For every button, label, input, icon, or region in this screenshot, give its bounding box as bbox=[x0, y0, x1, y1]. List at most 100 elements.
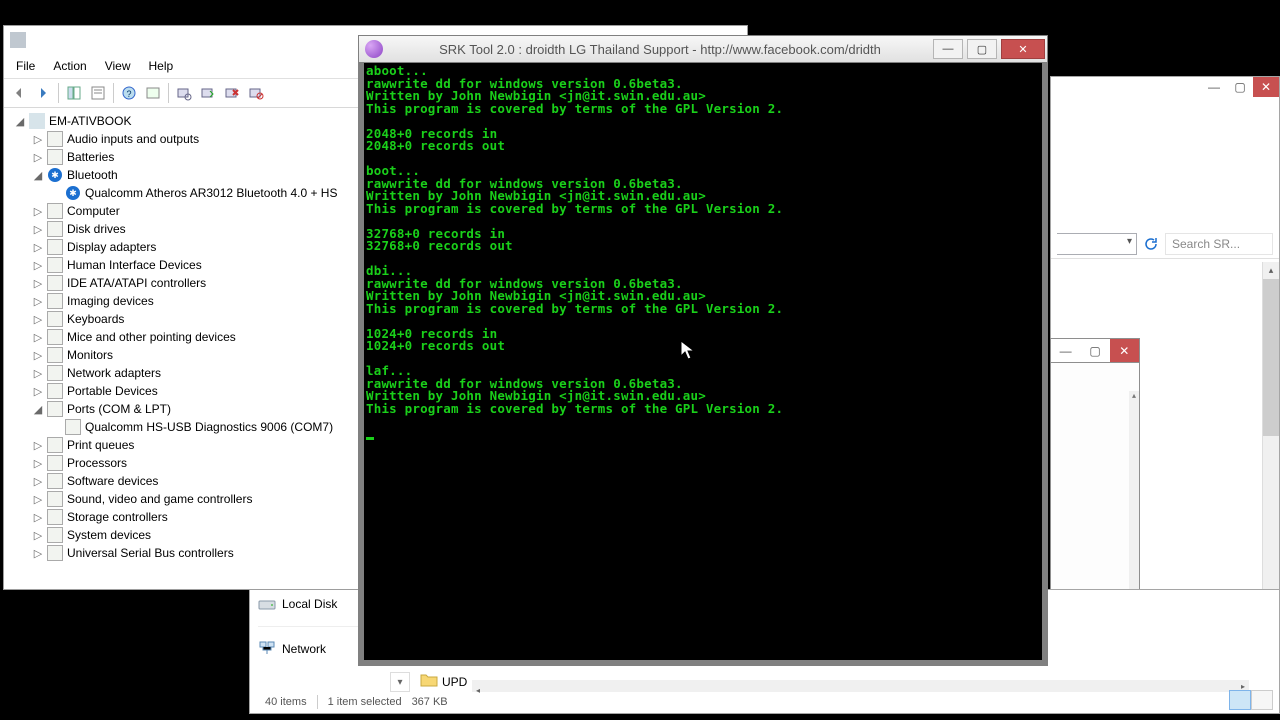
tree-node-label: Audio inputs and outputs bbox=[66, 132, 200, 146]
tree-node-label: Print queues bbox=[66, 438, 135, 452]
expand-toggle[interactable]: ▷ bbox=[32, 385, 44, 398]
tree-node-label: Display adapters bbox=[66, 240, 157, 254]
console-title: SRK Tool 2.0 : droidth LG Thailand Suppo… bbox=[389, 42, 931, 57]
secondary-maximize-button[interactable]: ▢ bbox=[1080, 339, 1109, 362]
status-item-count: 40 items bbox=[265, 696, 307, 708]
expand-toggle[interactable]: ▷ bbox=[32, 349, 44, 362]
expand-toggle[interactable]: ▷ bbox=[32, 493, 44, 506]
expand-toggle[interactable]: ▷ bbox=[32, 151, 44, 164]
scan-hardware-button[interactable] bbox=[173, 82, 195, 104]
tree-node-label: Bluetooth bbox=[66, 168, 119, 182]
console-app-icon bbox=[365, 40, 383, 58]
menu-help[interactable]: Help bbox=[141, 56, 182, 76]
horizontal-scrollbar[interactable]: ◂ ▸ bbox=[472, 680, 1249, 692]
expand-toggle[interactable]: ▷ bbox=[32, 277, 44, 290]
explorer-minimize-button[interactable]: — bbox=[1201, 77, 1227, 97]
tree-node-label: Ports (COM & LPT) bbox=[66, 402, 172, 416]
expand-toggle[interactable]: ▷ bbox=[32, 259, 44, 272]
console-minimize-button[interactable]: — bbox=[933, 39, 963, 59]
expand-toggle[interactable]: ◢ bbox=[32, 403, 44, 416]
device-icon bbox=[47, 239, 63, 255]
nav-up-button[interactable]: ▾ bbox=[390, 672, 410, 692]
expand-toggle[interactable]: ▷ bbox=[32, 511, 44, 524]
view-icons-button[interactable] bbox=[1251, 690, 1273, 710]
refresh-icon[interactable] bbox=[1143, 236, 1159, 252]
expand-toggle[interactable]: ▷ bbox=[32, 241, 44, 254]
device-icon bbox=[65, 419, 81, 435]
secondary-minimize-button[interactable]: — bbox=[1051, 339, 1080, 362]
menu-view[interactable]: View bbox=[97, 56, 139, 76]
expand-toggle[interactable]: ▷ bbox=[32, 457, 44, 470]
view-details-button[interactable] bbox=[1229, 690, 1251, 710]
explorer-close-button[interactable]: ✕ bbox=[1253, 77, 1279, 97]
device-icon bbox=[47, 491, 63, 507]
disable-button[interactable] bbox=[245, 82, 267, 104]
nav-label: Network bbox=[282, 642, 326, 656]
console-close-button[interactable]: ✕ bbox=[1001, 39, 1045, 59]
bluetooth-icon: ✱ bbox=[47, 167, 63, 183]
expand-toggle[interactable]: ▷ bbox=[32, 295, 44, 308]
scroll-left-icon[interactable]: ◂ bbox=[472, 685, 484, 697]
action-button[interactable] bbox=[142, 82, 164, 104]
folder-icon bbox=[420, 672, 438, 691]
device-icon bbox=[47, 401, 63, 417]
tree-node-label: Storage controllers bbox=[66, 510, 169, 524]
expand-toggle[interactable]: ▷ bbox=[32, 367, 44, 380]
console-window: SRK Tool 2.0 : droidth LG Thailand Suppo… bbox=[358, 36, 1048, 666]
device-icon bbox=[47, 437, 63, 453]
device-icon bbox=[47, 221, 63, 237]
scrollbar-thumb[interactable] bbox=[1263, 279, 1279, 436]
search-input[interactable]: Search SR... bbox=[1165, 233, 1273, 255]
status-selection: 1 item selected bbox=[328, 696, 402, 708]
device-icon bbox=[47, 383, 63, 399]
device-icon bbox=[47, 509, 63, 525]
tree-node-label: Keyboards bbox=[66, 312, 125, 326]
menu-action[interactable]: Action bbox=[45, 56, 94, 76]
expand-toggle[interactable]: ▷ bbox=[32, 331, 44, 344]
expand-toggle[interactable]: ▷ bbox=[32, 475, 44, 488]
update-driver-button[interactable] bbox=[197, 82, 219, 104]
expand-toggle[interactable]: ▷ bbox=[32, 313, 44, 326]
tree-node-label: Processors bbox=[66, 456, 128, 470]
secondary-close-button[interactable]: ✕ bbox=[1110, 339, 1139, 362]
tree-node-label: Sound, video and game controllers bbox=[66, 492, 253, 506]
nav-back-button[interactable] bbox=[8, 82, 30, 104]
expand-toggle[interactable]: ▷ bbox=[32, 205, 44, 218]
explorer-maximize-button[interactable]: ▢ bbox=[1227, 77, 1253, 97]
show-hide-tree-button[interactable] bbox=[63, 82, 85, 104]
device-icon bbox=[47, 527, 63, 543]
folder-label: UPD bbox=[442, 675, 467, 689]
nav-forward-button[interactable] bbox=[32, 82, 54, 104]
expand-toggle[interactable]: ▷ bbox=[32, 223, 44, 236]
tree-node-label: Network adapters bbox=[66, 366, 162, 380]
console-maximize-button[interactable]: ▢ bbox=[967, 39, 997, 59]
tree-node-label: Software devices bbox=[66, 474, 159, 488]
expand-toggle[interactable]: ▷ bbox=[32, 529, 44, 542]
console-titlebar[interactable]: SRK Tool 2.0 : droidth LG Thailand Suppo… bbox=[358, 35, 1048, 63]
nav-label: Local Disk bbox=[282, 597, 337, 611]
computer-icon bbox=[29, 113, 45, 129]
expand-toggle[interactable]: ◢ bbox=[14, 115, 26, 128]
tree-node-label: Batteries bbox=[66, 150, 115, 164]
address-dropdown[interactable]: ▾ bbox=[1057, 233, 1137, 255]
uninstall-button[interactable] bbox=[221, 82, 243, 104]
expand-toggle[interactable]: ▷ bbox=[32, 547, 44, 560]
expand-toggle[interactable]: ▷ bbox=[32, 439, 44, 452]
svg-text:?: ? bbox=[126, 89, 131, 99]
device-icon bbox=[47, 275, 63, 291]
properties-button[interactable] bbox=[87, 82, 109, 104]
scroll-up-icon[interactable]: ▴ bbox=[1263, 262, 1279, 279]
tree-node-label: Computer bbox=[66, 204, 121, 218]
tree-node-label: EM-ATIVBOOK bbox=[48, 114, 132, 128]
help-button[interactable]: ? bbox=[118, 82, 140, 104]
device-icon bbox=[47, 149, 63, 165]
expand-toggle[interactable]: ▷ bbox=[32, 133, 44, 146]
device-icon bbox=[47, 203, 63, 219]
bluetooth-icon: ✱ bbox=[65, 185, 81, 201]
folder-upd[interactable]: UPD bbox=[420, 672, 467, 691]
tree-node-label: Mice and other pointing devices bbox=[66, 330, 237, 344]
expand-toggle[interactable]: ◢ bbox=[32, 169, 44, 182]
scroll-up-icon[interactable]: ▴ bbox=[1129, 391, 1139, 403]
menu-file[interactable]: File bbox=[8, 56, 43, 76]
console-output[interactable]: aboot... rawwrite dd for windows version… bbox=[364, 63, 1042, 442]
